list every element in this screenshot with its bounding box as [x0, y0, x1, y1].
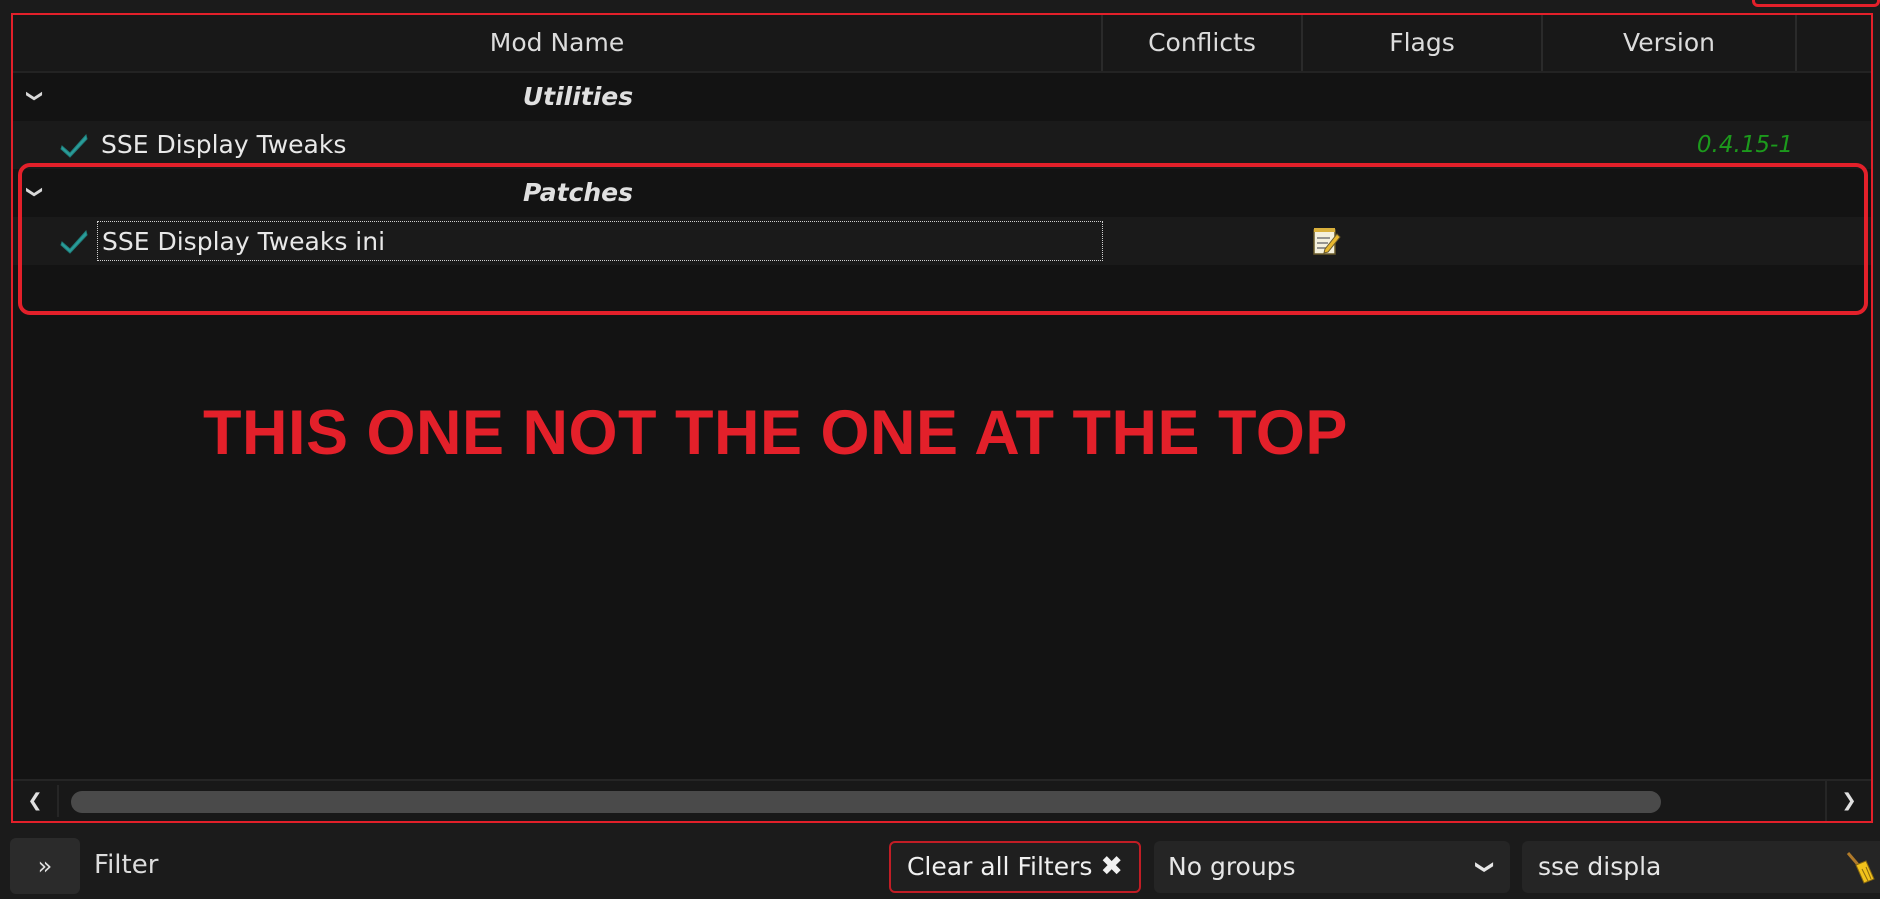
annotation-text: THIS ONE NOT THE ONE AT THE TOP [203, 398, 1348, 468]
notes-icon [1313, 228, 1341, 255]
expand-filters-button[interactable]: » [10, 838, 80, 894]
column-header-flags[interactable]: Flags [1303, 15, 1543, 71]
mod-version: 0.4.15-1 [1696, 132, 1793, 158]
search-input-value: sse displa [1538, 852, 1662, 881]
horizontal-scrollbar[interactable]: ❮ ❯ [13, 779, 1871, 821]
checkmark-icon[interactable] [59, 131, 89, 159]
table-header: Mod Name Conflicts Flags Version [13, 15, 1871, 73]
column-header-version[interactable]: Version [1543, 15, 1797, 71]
top-right-highlight-corner [1752, 0, 1880, 7]
chevron-down-icon: ❯ [1474, 859, 1496, 875]
mod-row[interactable]: SSE Display Tweaks ini [13, 217, 1871, 265]
scroll-right-icon[interactable]: ❯ [1825, 781, 1871, 821]
group-row-utilities[interactable]: ❯ Utilities [13, 73, 1871, 121]
groups-select[interactable]: No groups ❯ [1154, 841, 1510, 893]
scroll-thumb[interactable] [71, 791, 1661, 813]
mod-name: SSE Display Tweaks ini [97, 221, 1103, 261]
bottom-toolbar: » Filter Clear all Filters ✖ No groups ❯ … [0, 832, 1880, 899]
search-input[interactable]: sse displa [1522, 841, 1880, 893]
broom-icon[interactable] [1842, 849, 1876, 885]
mod-row[interactable]: SSE Display Tweaks 0.4.15-1 [13, 121, 1871, 169]
close-icon: ✖ [1100, 851, 1124, 882]
scroll-left-icon[interactable]: ❮ [13, 781, 57, 821]
groups-select-value: No groups [1168, 852, 1296, 881]
column-header-conflicts[interactable]: Conflicts [1103, 15, 1303, 71]
group-label: Patches [523, 178, 633, 207]
checkmark-icon[interactable] [59, 227, 89, 255]
group-row-patches[interactable]: ❯ Patches [13, 169, 1871, 217]
group-label: Utilities [522, 82, 634, 111]
clear-all-filters-button[interactable]: Clear all Filters ✖ [889, 841, 1141, 893]
scroll-track[interactable] [57, 785, 1825, 817]
column-header-mod-name[interactable]: Mod Name [13, 15, 1103, 71]
filter-label: Filter [94, 850, 159, 880]
mod-name: SSE Display Tweaks [101, 130, 347, 159]
clear-filters-label: Clear all Filters [906, 852, 1093, 881]
